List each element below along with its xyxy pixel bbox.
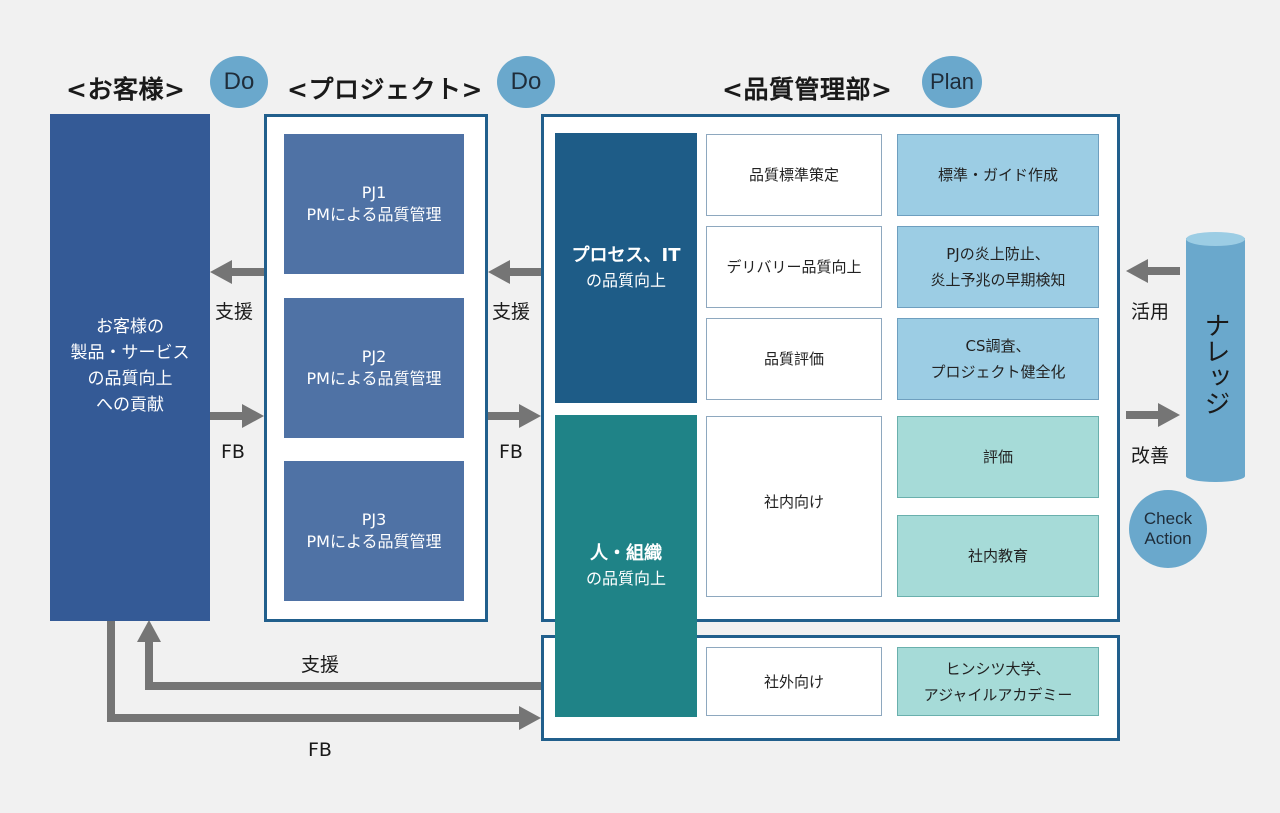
output-line: アジャイルアカデミー [923,685,1073,704]
customer-line: 製品・サービス [70,343,190,363]
people-block-title: 人・組織 [590,543,662,564]
customer-line: への貢献 [96,395,164,415]
cylinder-top [1186,232,1245,246]
label-project-support: 支援 [492,301,531,323]
project-label: PMによる品質管理 [306,532,442,551]
arrow-customer-fb [210,404,264,428]
plan-badge: Plan [922,56,982,108]
arrow-bottom-support [137,620,542,690]
badge-line: Check [1143,509,1193,528]
label-knowledge-improve: 改善 [1131,445,1170,467]
project-box-3: PJ3 PMによる品質管理 [284,461,464,601]
output-hinshitsu-university: ヒンシツ大学、 アジャイルアカデミー [897,647,1099,716]
output-line: 炎上予兆の早期検知 [930,271,1066,289]
activity-delivery-quality: デリバリー品質向上 [706,226,882,308]
check-action-badge: Check Action [1129,490,1207,568]
project-id: PJ2 [361,347,387,366]
label-project-fb: FB [499,441,523,463]
arrow-project-fb [488,404,541,428]
customer-heading: <お客様> [66,75,186,104]
project-label: PMによる品質管理 [306,205,442,224]
do-badge-customer: Do [210,56,268,108]
project-id: PJ1 [361,183,387,202]
label-customer-fb: FB [221,441,245,463]
output-standards-guides: 標準・ガイド作成 [897,134,1099,216]
project-box-2: PJ2 PMによる品質管理 [284,298,464,438]
activity-quality-evaluation: 品質評価 [706,318,882,400]
output-line: ヒンシツ大学、 [945,659,1051,678]
output-line: プロジェクト健全化 [930,363,1066,381]
customer-line: お客様の [96,317,164,337]
knowledge-label: ナレッジ [1200,312,1230,416]
label-customer-support: 支援 [215,301,254,323]
output-line: CS調査、 [965,337,1031,355]
process-it-block: プロセス、IT の品質向上 [555,133,697,403]
project-box-1: PJ1 PMによる品質管理 [284,134,464,274]
arrow-knowledge-use [1126,259,1180,283]
output-cs-survey: CS調査、 プロジェクト健全化 [897,318,1099,400]
customer-box: お客様の 製品・サービス の品質向上 への貢献 [50,114,210,621]
activity-external: 社外向け [706,647,882,716]
qa-dept-heading: <品質管理部> [722,75,893,104]
badge-line: Action [1144,529,1192,548]
arrow-customer-support [210,260,265,284]
output-evaluation: 評価 [897,416,1099,498]
people-org-block: 人・組織 の品質向上 [555,415,697,717]
output-line: PJの炎上防止、 [946,245,1050,263]
arrow-project-support [488,260,542,284]
activity-internal: 社内向け [706,416,882,597]
process-block-title: プロセス、IT [571,245,681,266]
knowledge-cylinder: ナレッジ [1186,232,1245,484]
output-internal-education: 社内教育 [897,515,1099,597]
arrow-knowledge-improve [1126,403,1180,427]
do-badge-project: Do [497,56,555,108]
project-label: PMによる品質管理 [306,369,442,388]
output-fire-prevention: PJの炎上防止、 炎上予兆の早期検知 [897,226,1099,308]
label-knowledge-use: 活用 [1131,301,1170,323]
project-heading: <プロジェクト> [287,75,483,104]
label-bottom-support: 支援 [301,654,340,676]
people-block-subtitle: の品質向上 [585,569,666,588]
process-block-subtitle: の品質向上 [585,271,666,290]
project-id: PJ3 [361,510,387,529]
activity-quality-standards: 品質標準策定 [706,134,882,216]
label-bottom-fb: FB [308,739,332,761]
customer-line: の品質向上 [87,369,173,389]
